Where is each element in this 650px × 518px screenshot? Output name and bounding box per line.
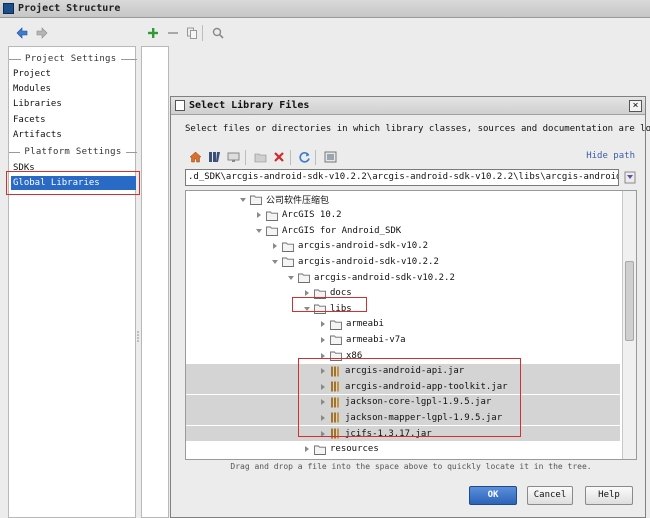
main-toolbar <box>0 19 650 45</box>
tree-row-folder[interactable]: 公司软件压缩包 <box>186 192 620 207</box>
dialog-titlebar: Select Library Files × <box>171 97 645 115</box>
project-settings-header: Project Settings <box>9 53 137 65</box>
platform-settings-header: Platform Settings <box>9 146 137 158</box>
tree-row-folder[interactable]: ArcGIS for Android_SDK <box>186 223 620 238</box>
tree-row-folder[interactable]: arcgis-android-sdk-v10.2 <box>186 239 620 254</box>
tree-item-label: ArcGIS for Android_SDK <box>282 225 402 236</box>
collapsed-arrow-icon[interactable] <box>302 445 311 454</box>
dialog-description: Select files or directories in which lib… <box>185 124 650 134</box>
arrow-right-icon[interactable] <box>34 25 50 41</box>
help-button[interactable]: Help <box>585 486 633 505</box>
tree-item-label: arcgis-android-sdk-v10.2.2 <box>298 256 439 267</box>
collapsed-arrow-icon[interactable] <box>318 335 327 344</box>
sidebar-item-facets[interactable]: Facets <box>13 113 46 127</box>
tree-item-label: 公司软件压缩包 <box>266 196 330 206</box>
tree-row-folder[interactable]: docs <box>186 286 620 301</box>
expanded-arrow-icon[interactable] <box>238 195 247 204</box>
splitter-handle[interactable] <box>136 330 140 342</box>
dialog-window-icon <box>175 100 185 111</box>
annotation-box-jar-files <box>298 358 521 437</box>
tree-item-label: arcgis-android-sdk-v10.2.2 <box>314 272 455 283</box>
main-titlebar: Project Structure <box>0 0 650 18</box>
tree-row-folder[interactable]: armeabi-v7a <box>186 332 620 347</box>
expanded-arrow-icon[interactable] <box>254 226 263 235</box>
new-folder-icon[interactable] <box>252 149 268 165</box>
folder-icon <box>250 195 262 205</box>
collapsed-arrow-icon[interactable] <box>254 211 263 220</box>
tree-item-label: armeabi-v7a <box>346 334 406 345</box>
tree-item-label: arcgis-android-sdk-v10.2 <box>298 241 429 252</box>
close-button[interactable]: × <box>629 100 642 112</box>
arrow-left-icon[interactable] <box>14 25 30 41</box>
sidebar-item-modules[interactable]: Modules <box>13 82 51 96</box>
collapsed-arrow-icon[interactable] <box>318 320 327 329</box>
folder-icon <box>314 445 326 455</box>
tree-row-folder[interactable]: arcgis-android-sdk-v10.2.2 <box>186 254 620 269</box>
ok-button[interactable]: OK <box>469 486 517 505</box>
folder-icon <box>266 226 278 237</box>
tree-item-label: armeabi <box>346 319 384 330</box>
dialog-title: Select Library Files <box>189 100 310 111</box>
collapsed-arrow-icon[interactable] <box>270 242 279 251</box>
toolbar-separator <box>290 150 291 165</box>
drag-drop-hint: Drag and drop a file into the space abov… <box>230 462 592 471</box>
annotation-box-global-libraries <box>6 171 140 195</box>
annotation-box-libs-folder <box>292 297 367 312</box>
tree-scrollbar[interactable] <box>622 191 636 459</box>
tree-row-folder[interactable]: arcgis-android-sdk-v10.2.2 <box>186 270 620 285</box>
tree-item-label: ArcGIS 10.2 <box>282 210 342 221</box>
folder-icon <box>330 335 342 346</box>
sidebar-item-artifacts[interactable]: Artifacts <box>13 128 62 142</box>
select-library-files-dialog: Select Library Files × Select files or d… <box>170 96 650 518</box>
toolbar-separator <box>202 25 203 41</box>
expanded-arrow-icon[interactable] <box>286 273 295 282</box>
scrollbar-thumb[interactable] <box>625 261 634 341</box>
tree-row-folder[interactable]: libs <box>186 301 620 316</box>
home-icon[interactable] <box>187 149 203 165</box>
folder-icon <box>282 257 294 268</box>
show-hidden-icon[interactable] <box>322 149 338 165</box>
folder-icon <box>298 273 310 283</box>
refresh-icon[interactable] <box>296 149 312 165</box>
plus-icon[interactable] <box>145 25 161 41</box>
toolbar-separator <box>315 150 316 165</box>
toolbar-separator <box>245 150 246 165</box>
folder-icon <box>282 242 294 252</box>
delete-icon[interactable] <box>271 149 287 165</box>
tree-row-folder[interactable]: resources <box>186 442 620 457</box>
expanded-arrow-icon[interactable] <box>270 257 279 266</box>
minus-icon[interactable] <box>165 25 181 41</box>
tree-item-label: resources <box>330 444 379 455</box>
file-chooser-toolbar <box>185 147 645 167</box>
copy-icon[interactable] <box>184 25 200 41</box>
tree-row-folder[interactable]: ArcGIS 10.2 <box>186 208 620 223</box>
app-icon <box>3 3 14 14</box>
folder-icon <box>266 211 278 221</box>
project-icon[interactable] <box>206 149 222 165</box>
path-input[interactable]: .d_SDK\arcgis-android-sdk-v10.2.2\arcgis… <box>185 169 619 186</box>
magnifier-icon[interactable] <box>210 25 226 41</box>
folder-icon <box>330 320 342 330</box>
settings-sidebar: Project Settings Project Modules Librari… <box>8 46 137 518</box>
library-list-panel <box>141 46 169 518</box>
sidebar-item-project[interactable]: Project <box>13 67 51 81</box>
path-history-icon[interactable] <box>623 169 637 186</box>
window-title: Project Structure <box>18 3 121 14</box>
cancel-button[interactable]: Cancel <box>527 486 573 505</box>
tree-row-folder[interactable]: armeabi <box>186 317 620 332</box>
hide-path-link[interactable]: Hide path <box>586 151 635 161</box>
desktop-icon[interactable] <box>225 149 241 165</box>
sidebar-item-libraries[interactable]: Libraries <box>13 97 62 111</box>
